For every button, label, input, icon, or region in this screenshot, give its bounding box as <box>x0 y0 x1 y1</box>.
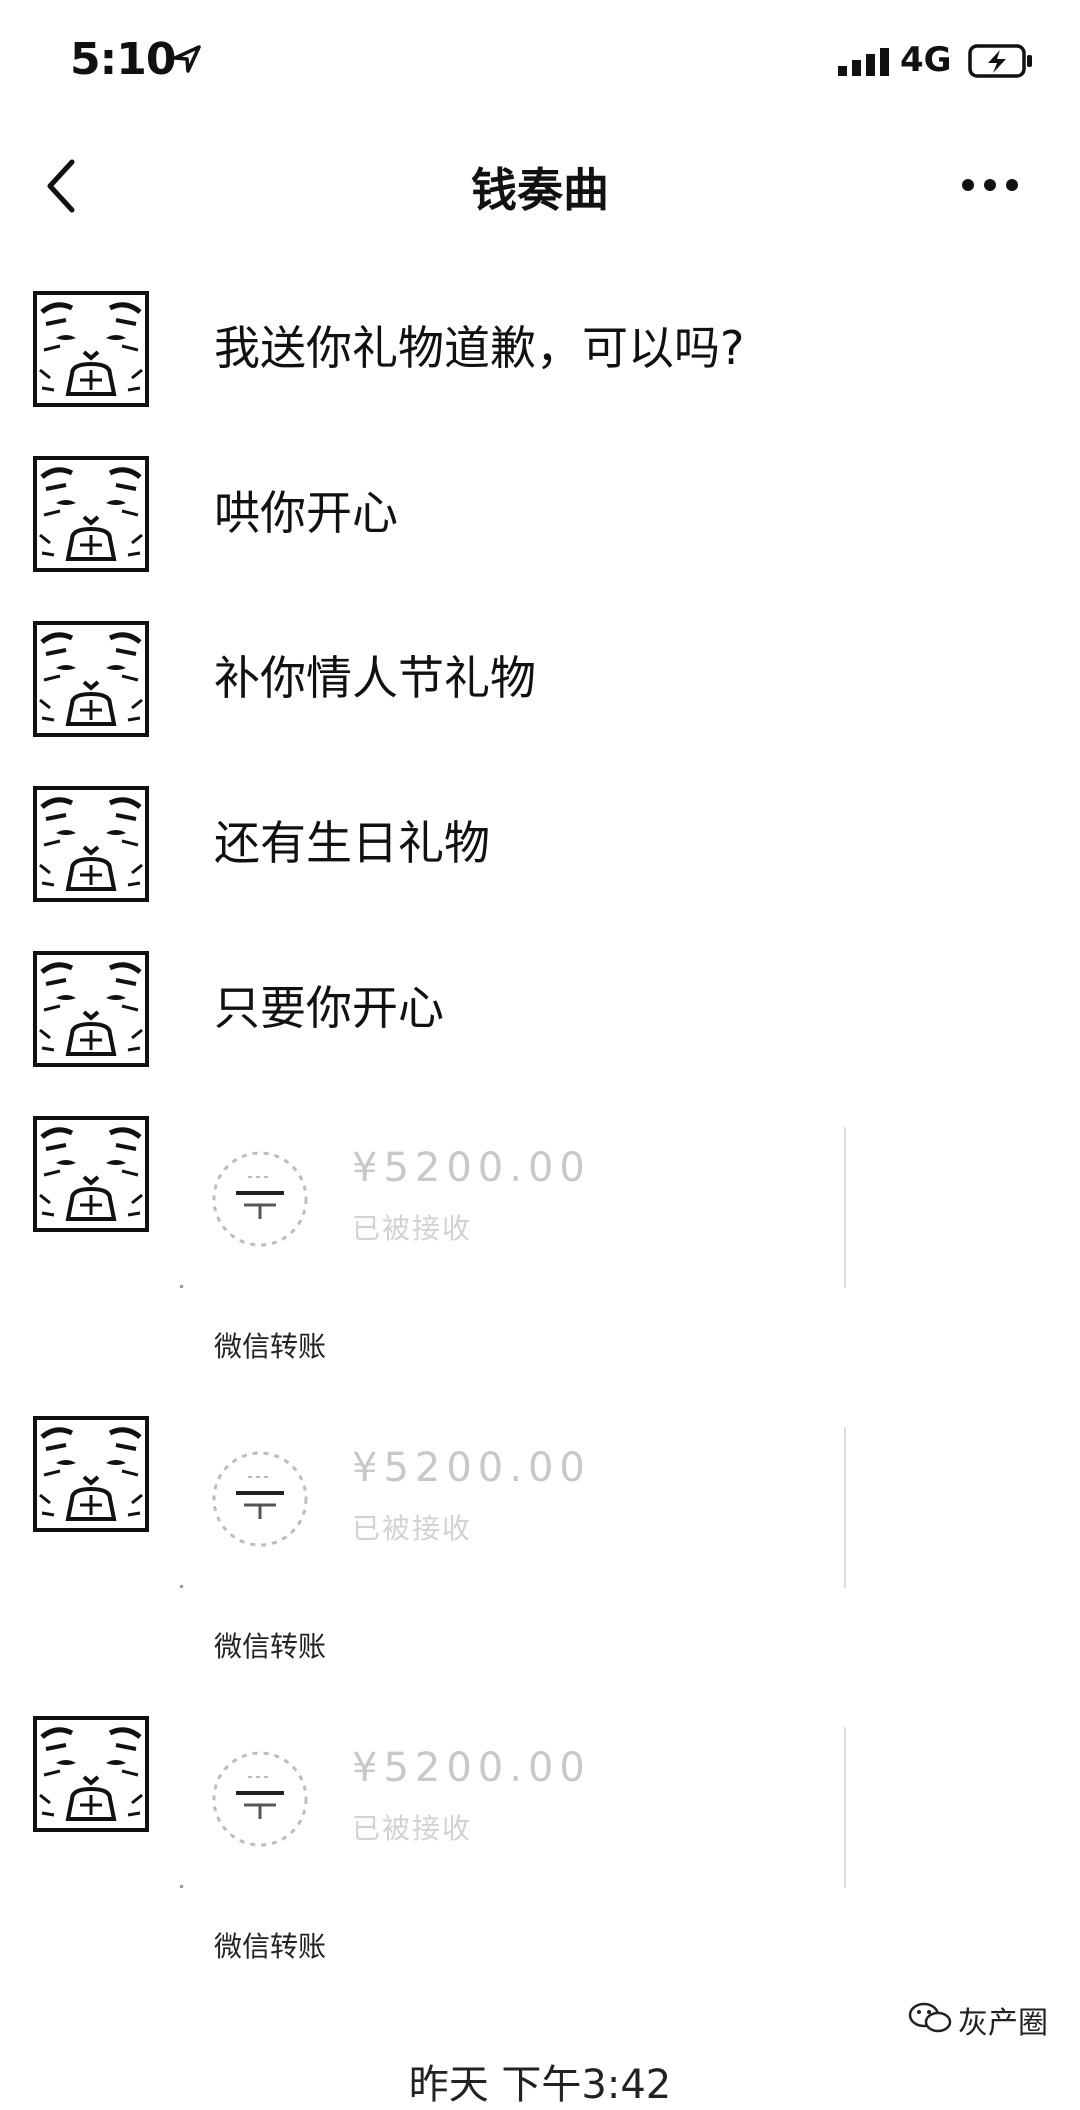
text-message: 只要你开心 <box>214 981 444 1035</box>
card-edge <box>180 1285 183 1288</box>
status-bar: 5:10 4G <box>0 0 1080 120</box>
avatar[interactable] <box>32 950 150 1068</box>
card-edge <box>180 1585 183 1588</box>
transfer-amount: ¥5200.00 <box>352 1445 591 1491</box>
transfer-amount: ¥5200.00 <box>352 1745 591 1791</box>
transfer-coin-icon <box>212 1151 308 1247</box>
signal-bars-icon <box>838 48 889 76</box>
transfer-amount: ¥5200.00 <box>352 1145 591 1191</box>
avatar[interactable] <box>32 455 150 573</box>
watermark-text: 灰产圈 <box>958 2006 1048 2041</box>
chat-header: 钱奏曲 <box>0 120 1080 250</box>
battery-charging-icon <box>968 44 1032 78</box>
card-edge <box>180 1885 183 1888</box>
transfer-status: 已被接收 <box>352 1812 473 1845</box>
transfer-coin-icon <box>212 1451 308 1547</box>
transfer-label: 微信转账 <box>214 1630 327 1663</box>
avatar[interactable] <box>32 785 150 903</box>
wechat-logo-icon <box>908 2002 952 2033</box>
avatar[interactable] <box>32 1715 150 1833</box>
network-type: 4G <box>900 40 952 80</box>
card-edge <box>844 1427 846 1588</box>
avatar[interactable] <box>32 290 150 408</box>
avatar[interactable] <box>32 1115 150 1233</box>
avatar[interactable] <box>32 620 150 738</box>
transfer-label: 微信转账 <box>214 1930 327 1963</box>
avatar[interactable] <box>32 1415 150 1533</box>
chat-title: 钱奏曲 <box>471 163 609 217</box>
text-message: 还有生日礼物 <box>214 816 490 870</box>
text-message: 哄你开心 <box>214 486 398 540</box>
card-edge <box>844 1727 846 1888</box>
transfer-coin-icon <box>212 1751 308 1847</box>
transfer-status: 已被接收 <box>352 1512 473 1545</box>
more-dots-icon[interactable] <box>960 172 1020 198</box>
text-message: 我送你礼物道歉，可以吗? <box>214 321 745 375</box>
transfer-card[interactable]: ¥5200.00 已被接收 <box>180 1427 850 1588</box>
transfer-label: 微信转账 <box>214 1330 327 1363</box>
transfer-card[interactable]: ¥5200.00 已被接收 <box>180 1127 850 1288</box>
status-time: 5:10 <box>70 34 176 85</box>
transfer-status: 已被接收 <box>352 1212 473 1245</box>
transfer-card[interactable]: ¥5200.00 已被接收 <box>180 1727 850 1888</box>
text-message: 补你情人节礼物 <box>214 651 536 705</box>
location-arrow-icon <box>173 45 201 73</box>
card-edge <box>844 1127 846 1288</box>
time-divider: 昨天 下午3:42 <box>408 2062 672 2108</box>
